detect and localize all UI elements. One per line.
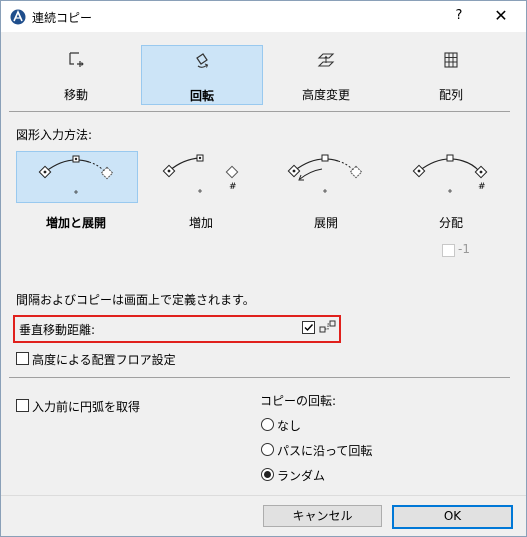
minus-one-label: -1: [458, 242, 470, 256]
grid-icon: [444, 52, 458, 68]
svg-text:#: #: [478, 182, 486, 192]
mode-label: 移動: [63, 88, 88, 102]
close-button[interactable]: ✕: [487, 5, 515, 27]
vertical-distance-label: 垂直移動距離:: [19, 323, 96, 337]
dialog-window: 連続コピー ? ✕ 移動 回転 高度変更 配列 図形入力方法: # # 増加と展…: [0, 0, 527, 537]
mode-tab-move[interactable]: 移動: [16, 45, 136, 103]
floor-by-elevation-label: 高度による配置フロア設定: [32, 353, 176, 367]
cancel-button[interactable]: キャンセル: [263, 505, 382, 527]
minus-one-checkbox[interactable]: [442, 244, 455, 257]
title-bar: 連続コピー ? ✕: [1, 1, 526, 32]
rotation-option-label: ランダム: [277, 469, 326, 483]
vertical-distance-checkbox[interactable]: [302, 321, 315, 334]
spread-icon: [287, 154, 363, 193]
input-method-heading: 図形入力方法:: [16, 128, 93, 142]
rotation-along-path-radio[interactable]: [261, 443, 274, 456]
floor-by-elevation-checkbox[interactable]: [16, 352, 29, 365]
move-icon: [69, 52, 84, 67]
elevate-icon: [317, 53, 335, 67]
rotation-random-radio[interactable]: [261, 468, 274, 481]
method-distribute[interactable]: #: [391, 151, 511, 201]
radio-selected-dot: [264, 471, 271, 478]
separator: [1, 495, 526, 496]
arc-before-input-label: 入力前に円弧を取得: [32, 400, 141, 414]
method-label: 増加と展開: [45, 216, 106, 230]
increment-icon: #: [162, 154, 239, 193]
method-label: 増加: [188, 216, 213, 230]
distribute-icon: #: [412, 154, 488, 193]
mode-tab-rotate[interactable]: 回転: [141, 45, 263, 105]
method-increment[interactable]: #: [141, 151, 261, 201]
copy-rotation-heading: コピーの回転:: [260, 394, 337, 408]
method-label: 展開: [313, 216, 338, 230]
increment-and-spread-icon: [38, 155, 114, 194]
svg-text:#: #: [229, 182, 237, 192]
method-spread[interactable]: [266, 151, 386, 201]
mode-tab-array[interactable]: 配列: [391, 45, 511, 103]
ok-button[interactable]: OK: [392, 505, 513, 529]
method-label: 分配: [438, 216, 463, 230]
rotate-icon: [196, 53, 209, 68]
help-button[interactable]: ?: [447, 5, 471, 27]
separator: [9, 377, 510, 378]
dialog-title: 連続コピー: [32, 11, 93, 25]
mode-label: 配列: [438, 88, 463, 102]
rotation-none-radio[interactable]: [261, 418, 274, 431]
rotation-option-label: なし: [277, 419, 302, 433]
method-increment-and-spread[interactable]: [16, 151, 138, 203]
rotation-option-label: パスに沿って回転: [277, 444, 373, 458]
separator: [9, 111, 510, 112]
info-text: 間隔およびコピーは画面上で定義されます。: [16, 293, 255, 307]
arc-before-input-checkbox[interactable]: [16, 399, 29, 412]
mode-label: 回転: [189, 89, 214, 103]
checkmark-icon: [304, 324, 314, 332]
mode-tab-elevate[interactable]: 高度変更: [266, 45, 386, 103]
linked-elevation-icon: [319, 320, 336, 333]
app-logo-icon: [10, 9, 26, 25]
mode-label: 高度変更: [301, 88, 350, 102]
